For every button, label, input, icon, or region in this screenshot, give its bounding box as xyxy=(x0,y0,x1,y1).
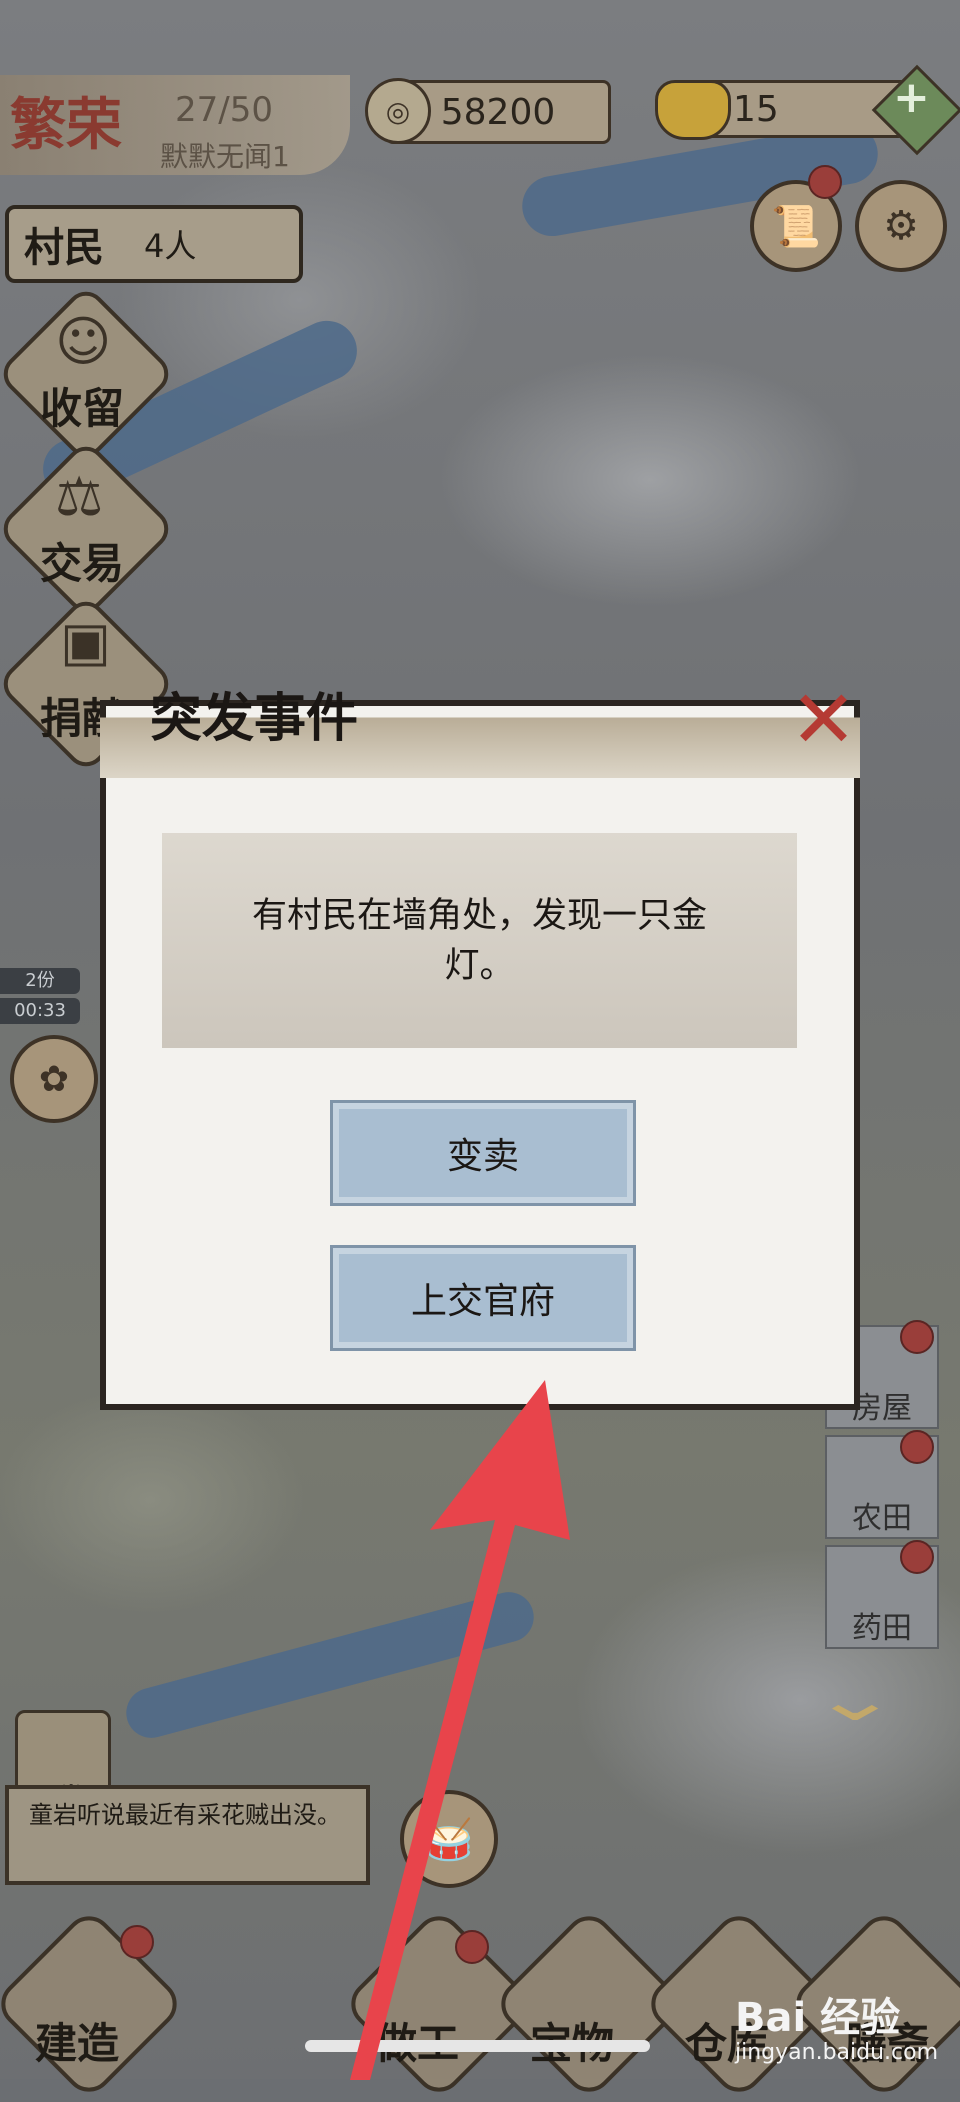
sell-button[interactable]: 变卖 xyxy=(330,1100,636,1206)
settings-button[interactable]: ⚙ xyxy=(855,180,947,272)
news-ticker: 童岩听说最近有采花贼出没。 xyxy=(5,1785,370,1885)
gold-ingot-icon xyxy=(655,80,731,140)
notification-dot xyxy=(900,1320,934,1354)
villager-count-panel[interactable]: 村民 4人 xyxy=(5,205,303,283)
news-text: 童岩听说最近有采花贼出没。 xyxy=(29,1801,341,1829)
hand-over-button-label: 上交官府 xyxy=(410,1281,555,1322)
ingot-value: 15 xyxy=(733,88,779,130)
hand-over-button[interactable]: 上交官府 xyxy=(330,1245,636,1351)
notification-dot xyxy=(808,165,842,199)
coin-icon: ◎ xyxy=(365,78,431,144)
event-message-box: 有村民在墙角处，发现一只金灯。 xyxy=(162,833,797,1048)
sell-button-label: 变卖 xyxy=(446,1136,519,1177)
player-name: 默默无闻1 xyxy=(160,140,290,173)
gear-icon: ⚙ xyxy=(883,203,919,249)
close-icon[interactable]: ✕ xyxy=(790,680,857,760)
category-label-herb-field: 药田 xyxy=(852,1611,912,1646)
baidu-watermark: Bai 经验 xyxy=(735,1995,901,2041)
coin-value: 58200 xyxy=(440,91,556,133)
side-menu-label-shelter: 收留 xyxy=(40,384,125,433)
scroll-icon: 📜 xyxy=(771,203,821,250)
timer-countdown: 00:33 xyxy=(0,998,80,1024)
prosperity-count: 27/50 xyxy=(175,90,273,130)
baidu-watermark-url: jingyan.baidu.com xyxy=(735,2040,939,2065)
person-icon: ☺ xyxy=(55,310,112,373)
villager-label: 村民 xyxy=(24,225,104,271)
side-menu-label-trade: 交易 xyxy=(40,539,125,588)
donation-box-icon: ▣ xyxy=(60,610,112,673)
flower-icon: ✿ xyxy=(38,1058,70,1100)
notification-dot xyxy=(900,1540,934,1574)
villager-count: 4人 xyxy=(144,227,197,265)
category-label-farmland: 农田 xyxy=(852,1501,912,1536)
bottom-label-build: 建造 xyxy=(35,2019,120,2068)
plus-icon: + xyxy=(893,72,930,123)
event-dialog-title: 突发事件 xyxy=(150,688,359,749)
timer-portion: 2份 xyxy=(0,968,80,994)
crop-field-button[interactable]: ✿ xyxy=(10,1035,98,1123)
notification-dot xyxy=(900,1430,934,1464)
red-arrow-annotation xyxy=(350,1380,570,2080)
event-message-text: 有村民在墙角处，发现一只金灯。 xyxy=(251,895,707,986)
prosperity-label: 繁荣 xyxy=(10,92,122,158)
category-label-houses: 房屋 xyxy=(852,1391,912,1426)
scale-icon: ⚖ xyxy=(55,465,104,528)
notification-dot xyxy=(120,1925,154,1959)
chevron-down-icon[interactable]: ⌄ xyxy=(810,1665,901,1735)
